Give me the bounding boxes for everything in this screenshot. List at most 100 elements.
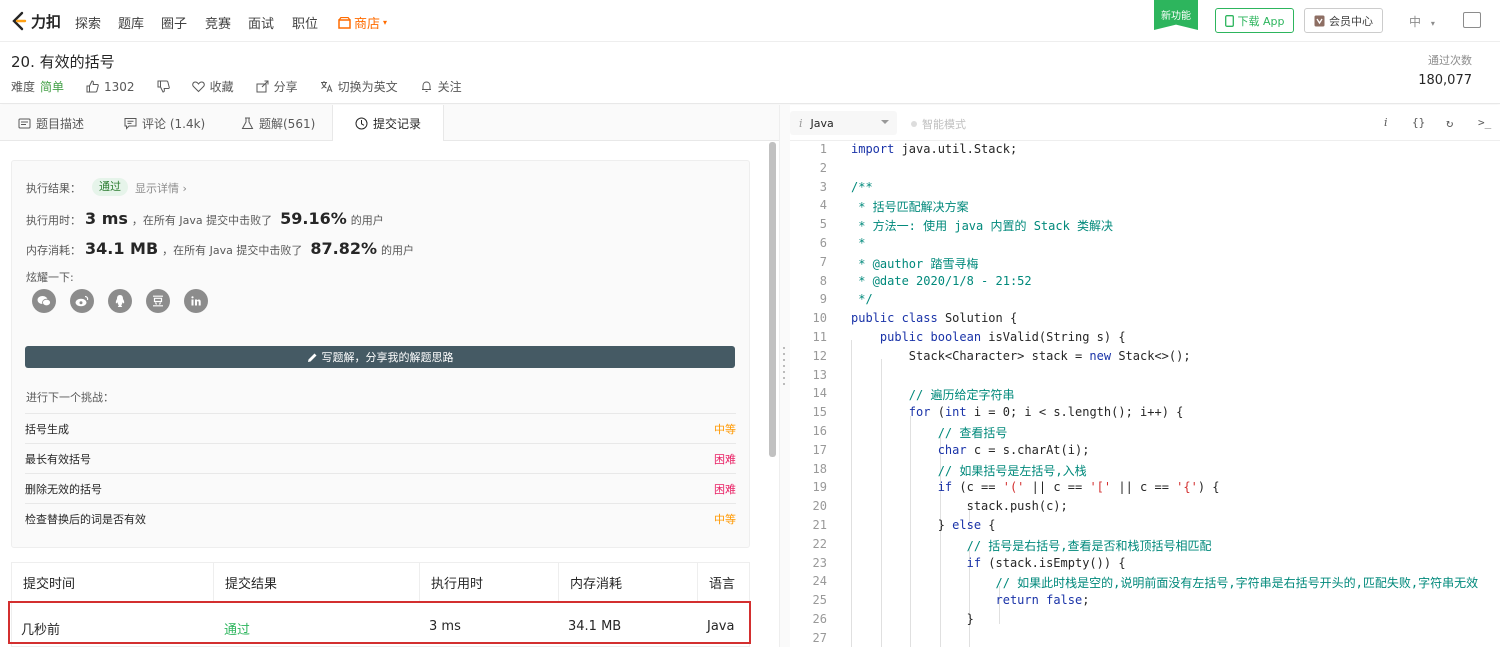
code-text: if (c == '(' || c == '[' || c == '{') { [937,480,1220,495]
switch-language-label: 切换为英文 [337,80,398,94]
weibo-icon[interactable] [70,289,94,313]
playground-icon[interactable] [1463,12,1481,28]
next-challenge-item[interactable]: 检查替换后的词是否有效 中等 [25,503,736,533]
submission-language: Java [707,619,735,634]
line-number: 17 [812,442,827,457]
code-line[interactable]: 7 * @author 踏雪寻梅 [790,255,1500,274]
nav-explore[interactable]: 探索 [75,13,101,32]
tab-description-label: 题目描述 [36,116,85,131]
code-text: Stack<Character> stack = new Stack<>(); [851,348,1191,363]
next-challenge-item[interactable]: 括号生成 中等 [25,413,736,443]
runtime-stat: 执行用时： 3 ms ，在所有 Java 提交中击败了 59.16% 的用户 [26,209,384,228]
qq-icon[interactable] [108,289,132,313]
code-editor[interactable]: 1 import java.util.Stack; 2 3/** 4 * 括号匹配解决方… [790,141,1500,647]
code-line[interactable]: 12 Stack<Character> stack = new Stack<>(… [790,349,1500,368]
code-line[interactable]: 20 stack.push(c); [790,499,1500,518]
code-line[interactable]: 14 // 遍历给定字符串 [790,386,1500,405]
table-row[interactable] [8,601,751,644]
next-challenge-title: 检查替换后的词是否有效 [25,512,146,526]
code-line[interactable]: 17 char c = s.charAt(i); [790,443,1500,462]
tab-description[interactable]: 题目描述 [18,105,84,141]
code-line[interactable]: 22 // 括号是右括号,查看是否和栈顶括号相匹配 [790,537,1500,556]
column-header[interactable]: 内存消耗 [559,563,698,603]
nav-interview[interactable]: 面试 [248,13,274,32]
code-line[interactable]: 9 */ [790,292,1500,311]
follow-button[interactable]: 关注 [420,78,462,95]
dislike-button[interactable] [157,80,170,93]
code-line[interactable]: 13 [790,368,1500,387]
code-line[interactable]: 21 } else { [790,518,1500,537]
code-line[interactable]: 5 * 方法一: 使用 java 内置的 Stack 类解决 [790,217,1500,236]
pass-count-label: 通过次数 [1428,54,1472,67]
column-header[interactable]: 提交结果 [214,563,420,603]
vip-center-label: 会员中心 [1329,14,1373,28]
vip-center-button[interactable]: 会员中心 [1304,8,1383,33]
nav-jobs[interactable]: 职位 [292,13,318,32]
wechat-icon[interactable] [32,289,56,313]
download-app-button[interactable]: 下载 App [1215,8,1294,33]
show-details-link[interactable]: 显示详情 › [135,180,187,196]
tab-comments[interactable]: 评论 (1.4k) [124,105,205,141]
code-line[interactable]: 18 // 如果括号是左括号,入栈 [790,462,1500,481]
column-header[interactable]: 执行用时 [420,563,559,603]
write-solution-button[interactable]: 写题解，分享我的解题思路 [25,346,735,368]
new-feature-badge[interactable]: 新功能 [1154,0,1198,30]
code-line[interactable]: 8 * @date 2020/1/8 - 21:52 [790,274,1500,293]
info-icon[interactable]: i [1384,116,1388,129]
line-number: 23 [812,555,827,570]
next-challenge-difficulty: 困难 [714,452,736,466]
code-line[interactable]: 26 } [790,612,1500,631]
left-scrollbar[interactable] [769,142,776,457]
nav-circle[interactable]: 圈子 [161,13,187,32]
nav-contest[interactable]: 竞赛 [205,13,231,32]
submission-status-link[interactable]: 通过 [224,619,250,638]
code-line[interactable]: 16 // 查看括号 [790,424,1500,443]
linkedin-icon[interactable] [184,289,208,313]
column-header[interactable]: 语言 [698,563,749,603]
next-challenge-item[interactable]: 删除无效的括号 困难 [25,473,736,503]
code-line[interactable]: 1 import java.util.Stack; [790,142,1500,161]
favorite-button[interactable]: 收藏 [191,78,234,95]
nav-problems[interactable]: 题库 [118,13,144,32]
code-text: * @author 踏雪寻梅 [851,256,979,271]
code-line[interactable]: 15 for (int i = 0; i < s.length(); i++) … [790,405,1500,424]
nav-shop[interactable]: 商店 ▾ [338,13,387,32]
runtime-percentile: 59.16% [280,209,347,228]
code-line[interactable]: 27 [790,631,1500,647]
drag-handle-icon[interactable] [783,347,785,387]
code-line[interactable]: 4 * 括号匹配解决方案 [790,198,1500,217]
douban-icon[interactable] [146,289,170,313]
code-line[interactable]: 23 if (stack.isEmpty()) { [790,556,1500,575]
tab-submissions[interactable]: 提交记录 [332,105,444,142]
switch-language-button[interactable]: 切换为英文 [320,78,398,95]
column-header[interactable]: 提交时间 [12,563,214,603]
smart-mode-toggle[interactable]: 智能模式 [911,116,966,132]
code-line[interactable]: 2 [790,161,1500,180]
language-select[interactable]: i Java [790,111,897,135]
code-line[interactable]: 25 return false; [790,593,1500,612]
question-tabs: 题目描述 评论 (1.4k) 题解(561) 提交记录 [0,105,779,142]
code-line[interactable]: 24 // 如果此时栈是空的,说明前面没有左括号,字符串是右括号开头的,匹配失败… [790,574,1500,593]
format-code-icon[interactable]: {} [1412,116,1425,129]
share-icon [256,80,269,93]
line-number: 5 [819,217,827,232]
code-line[interactable]: 11 public boolean isValid(String s) { [790,330,1500,349]
code-line[interactable]: 19 if (c == '(' || c == '[' || c == '{')… [790,480,1500,499]
submission-time: 几秒前 [21,623,61,638]
document-icon [18,118,31,128]
like-button[interactable]: 1302 [86,80,135,94]
heart-icon [191,81,205,93]
logo[interactable]: 力扣 [10,11,61,31]
language-switcher[interactable]: 中 ▾ [1409,13,1435,30]
share-button[interactable]: 分享 [256,78,298,95]
code-line[interactable]: 6 * [790,236,1500,255]
reset-icon[interactable]: ↻ [1446,116,1453,130]
submission-memory: 34.1 MB [568,619,622,634]
code-line[interactable]: 3 /** [790,180,1500,199]
code-text: return false; [995,593,1090,608]
tab-solutions[interactable]: 题解(561) [241,105,315,141]
console-icon[interactable]: >_ [1478,116,1491,129]
next-challenge-item[interactable]: 最长有效括号 困难 [25,443,736,473]
line-number: 3 [819,179,827,194]
code-line[interactable]: 10 public class Solution { [790,311,1500,330]
